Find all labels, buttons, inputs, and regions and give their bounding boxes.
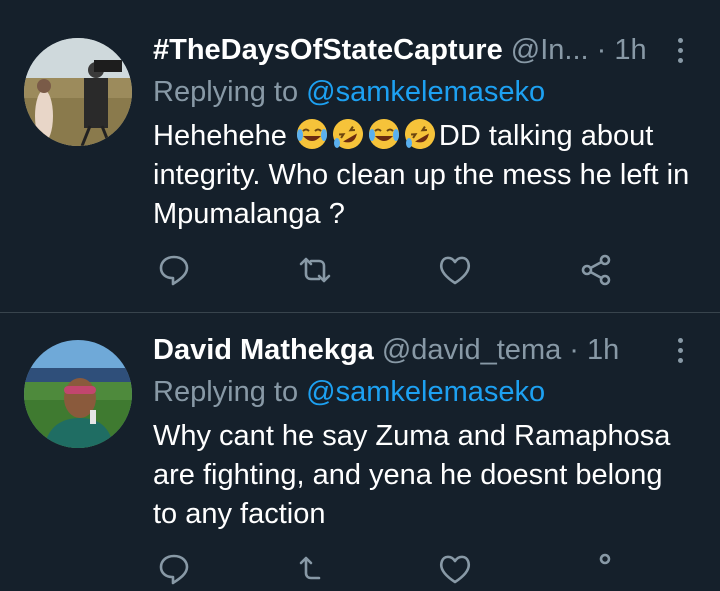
replying-label: Replying to [153,76,307,108]
more-options-icon[interactable] [668,30,692,70]
tweet-header: David Mathekga @david_tema · 1h [153,330,660,370]
like-icon[interactable] [437,551,473,587]
retweet-icon[interactable] [297,551,333,587]
tweet-text-start: Hehehehe [153,120,295,152]
display-name[interactable]: #TheDaysOfStateCapture [153,34,503,66]
reply-icon[interactable] [156,551,192,587]
avatar[interactable] [24,340,132,448]
retweet-icon[interactable] [297,252,333,288]
tweet-text: Hehehehe DD talking about integrity. Who… [153,117,693,234]
share-icon[interactable] [578,551,614,587]
mention-link[interactable]: @samkelemaseko [306,376,545,408]
rolling-on-the-floor-laughing-icon [404,119,435,149]
reply-icon[interactable] [156,252,192,288]
avatar[interactable] [24,38,132,146]
replying-to: Replying to @samkelemaseko [153,72,545,112]
separator-dot: · [588,34,615,66]
timestamp[interactable]: 1h [587,334,619,366]
face-with-tears-of-joy-icon [296,119,327,149]
face-with-tears-of-joy-icon [368,119,399,149]
user-handle[interactable]: @david_tema [382,334,561,366]
rolling-on-the-floor-laughing-icon [332,119,363,149]
share-icon[interactable] [578,252,614,288]
display-name[interactable]: David Mathekga [153,334,374,366]
like-icon[interactable] [437,252,473,288]
mention-link[interactable]: @samkelemaseko [306,76,545,108]
tweet-header: #TheDaysOfStateCapture @In... · 1h [153,30,660,70]
tweet[interactable]: #TheDaysOfStateCapture @In... · 1h Reply… [0,0,720,312]
replying-label: Replying to [153,376,307,408]
separator-dot: · [561,334,588,366]
tweet-text-content: Why cant he say Zuma and Ramaphosa are f… [153,420,671,530]
tweet-text: Why cant he say Zuma and Ramaphosa are f… [153,417,693,534]
tweet-actions [0,252,720,292]
user-handle[interactable]: @In... [511,34,589,66]
more-options-icon[interactable] [668,330,692,370]
replying-to: Replying to @samkelemaseko [153,372,545,412]
tweet-actions [0,551,720,591]
tweet[interactable]: David Mathekga @david_tema · 1h Replying… [0,313,720,585]
timestamp[interactable]: 1h [614,34,646,66]
